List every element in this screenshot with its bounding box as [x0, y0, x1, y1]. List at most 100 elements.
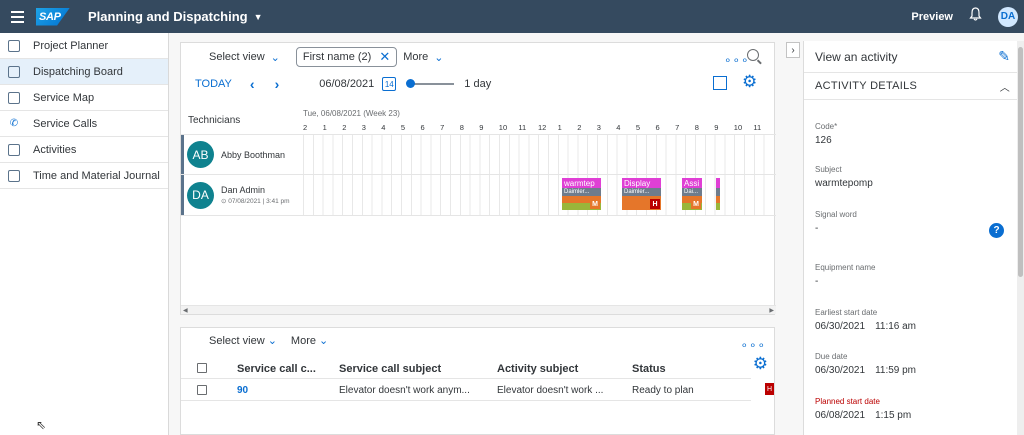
- hour-tick-label: 2: [342, 123, 347, 132]
- nav-label: Project Planner: [33, 39, 109, 52]
- table-row[interactable]: 90 Elevator doesn't work anym... Elevato…: [181, 380, 751, 401]
- column-header[interactable]: Service call c...: [237, 363, 316, 375]
- nav-item-activities[interactable]: Activities: [0, 137, 168, 163]
- technician-row: DA Dan Admin ⊙ 07/08/2021 | 3:41 pm warm…: [181, 175, 776, 216]
- priority-badge: M: [590, 199, 600, 209]
- scrollbar-thumb[interactable]: [1018, 47, 1023, 277]
- phone-icon: ✆: [9, 118, 19, 129]
- column-header[interactable]: Activity subject: [497, 363, 578, 375]
- dispatching-board-panel: Select view ⌄ First name (2) ✕ More ⌄ ∘∘…: [180, 42, 776, 315]
- activity-block[interactable]: Display Daimler... H: [622, 178, 661, 210]
- timeline-lane[interactable]: warmtep Daimler... M Display Daimler... …: [303, 175, 773, 215]
- menu-icon[interactable]: [0, 0, 34, 33]
- date-field[interactable]: 06/08/2021: [319, 78, 374, 90]
- hour-tick-label: 8: [694, 123, 699, 132]
- hour-tick-label: 11: [753, 123, 762, 132]
- sap-logo: SAP: [36, 7, 70, 26]
- chevron-down-icon[interactable]: ⌄: [434, 51, 443, 64]
- technician-cell[interactable]: DA Dan Admin ⊙ 07/08/2021 | 3:41 pm: [181, 175, 303, 215]
- next-arrow-icon[interactable]: ›: [275, 76, 280, 92]
- activity-block[interactable]: warmtep Daimler... M: [562, 178, 601, 210]
- field-label: Signal word: [815, 210, 857, 219]
- priority-badge: H: [765, 383, 774, 395]
- technicians-header: Technicians: [188, 115, 241, 126]
- edit-pencil-icon[interactable]: ✎: [998, 48, 1010, 65]
- time-value: 1:15 pm: [875, 410, 912, 421]
- hour-tick-label: 10: [498, 123, 508, 132]
- chevron-up-icon[interactable]: ︿: [1000, 79, 1010, 94]
- collapse-panel-button[interactable]: ›: [786, 42, 800, 58]
- activity-customer: Daimler...: [562, 188, 601, 196]
- nav-label: Time and Material Journal: [33, 169, 160, 182]
- table-header: Service call c... Service call subject A…: [181, 358, 751, 379]
- scroll-right-icon[interactable]: ▶: [769, 307, 774, 314]
- nav-label: Service Calls: [33, 117, 98, 130]
- field-label: Equipment name: [815, 263, 876, 272]
- activity-block[interactable]: [716, 178, 720, 210]
- vertical-scrollbar[interactable]: [1017, 41, 1024, 435]
- column-header[interactable]: Status: [632, 363, 666, 375]
- zoom-slider[interactable]: [406, 79, 455, 88]
- nav-item-project-planner[interactable]: Project Planner: [0, 33, 168, 59]
- user-avatar[interactable]: DA: [998, 6, 1018, 27]
- side-navigation: Project Planner Dispatching Board Servic…: [0, 33, 169, 435]
- service-call-code-link[interactable]: 90: [237, 385, 248, 396]
- section-header[interactable]: ACTIVITY DETAILS ︿: [804, 73, 1024, 100]
- activity-title: warmtep: [562, 178, 601, 188]
- nav-item-service-map[interactable]: Service Map: [0, 85, 168, 111]
- activity-block[interactable]: Assi Dai... M: [682, 178, 702, 210]
- scroll-left-icon[interactable]: ◀: [183, 307, 188, 314]
- subject-field: Subject warmtepomp: [815, 165, 873, 189]
- close-icon[interactable]: ✕: [379, 49, 390, 65]
- settings-icon[interactable]: ⚙: [753, 354, 768, 374]
- filter-chip[interactable]: First name (2) ✕: [295, 47, 398, 67]
- today-button[interactable]: TODAY: [195, 78, 232, 90]
- field-value: -: [815, 223, 819, 234]
- hour-tick-label: 2: [577, 123, 582, 132]
- activity-customer: Dai...: [682, 188, 702, 196]
- select-view-dropdown[interactable]: Select view ⌄: [209, 334, 277, 347]
- more-options-icon[interactable]: ∘∘∘: [740, 338, 766, 352]
- date-value: 06/30/2021: [815, 365, 866, 376]
- caret-down-icon[interactable]: ▼: [254, 12, 263, 22]
- activity-subject: Elevator doesn't work ...: [497, 385, 604, 396]
- planned-start-date-field: Planned start date 06/08/2021 1:15 pm: [815, 397, 911, 421]
- map-icon: [8, 91, 20, 104]
- help-icon[interactable]: ?: [989, 223, 1004, 238]
- more-dropdown[interactable]: More: [403, 51, 428, 63]
- settings-icon[interactable]: ⚙: [742, 72, 757, 92]
- field-value: warmtepomp: [815, 178, 873, 189]
- app-title[interactable]: Planning and Dispatching: [88, 9, 248, 24]
- search-icon[interactable]: [747, 49, 759, 61]
- service-call-subject: Elevator doesn't work anym...: [339, 385, 470, 396]
- horizontal-scrollbar[interactable]: ◀ ▶: [181, 305, 776, 314]
- field-label: Earliest start date: [815, 308, 878, 317]
- fit-to-screen-icon[interactable]: [713, 76, 727, 90]
- nav-item-time-material-journal[interactable]: Time and Material Journal: [0, 163, 168, 189]
- hour-tick-label: 9: [479, 123, 484, 132]
- zoom-range-label: 1 day: [464, 78, 492, 90]
- field-label: Planned start date: [815, 397, 880, 406]
- nav-item-service-calls[interactable]: ✆ Service Calls: [0, 111, 168, 137]
- timeline-lane[interactable]: [303, 135, 773, 174]
- column-header[interactable]: Service call subject: [339, 363, 441, 375]
- hour-tick-label: 4: [381, 123, 386, 132]
- select-all-checkbox[interactable]: [197, 363, 207, 373]
- calendar-icon[interactable]: 14: [382, 77, 397, 91]
- priority-badge: H: [650, 199, 660, 209]
- more-label: More: [290, 335, 316, 347]
- row-checkbox[interactable]: [197, 385, 207, 395]
- field-value: -: [815, 276, 819, 287]
- more-options-icon[interactable]: ∘∘∘: [724, 53, 750, 67]
- more-dropdown[interactable]: More ⌄: [291, 334, 328, 347]
- nav-item-dispatching-board[interactable]: Dispatching Board: [0, 59, 168, 85]
- select-view-dropdown[interactable]: Select view: [209, 51, 265, 63]
- hour-tick-label: 6: [655, 123, 660, 132]
- preview-button[interactable]: Preview: [911, 11, 953, 23]
- slider-knob[interactable]: [406, 79, 416, 88]
- previous-arrow-icon[interactable]: ‹: [250, 76, 255, 92]
- technician-cell[interactable]: AB Abby Boothman: [181, 135, 303, 174]
- hour-axis: 2 1 2 3 4 5 6 7 8 9 10 11 12 1 2 3 4 5 6 7 8 9 10 11: [303, 123, 773, 133]
- chevron-down-icon[interactable]: ⌄: [271, 51, 280, 64]
- bell-icon[interactable]: [969, 7, 982, 26]
